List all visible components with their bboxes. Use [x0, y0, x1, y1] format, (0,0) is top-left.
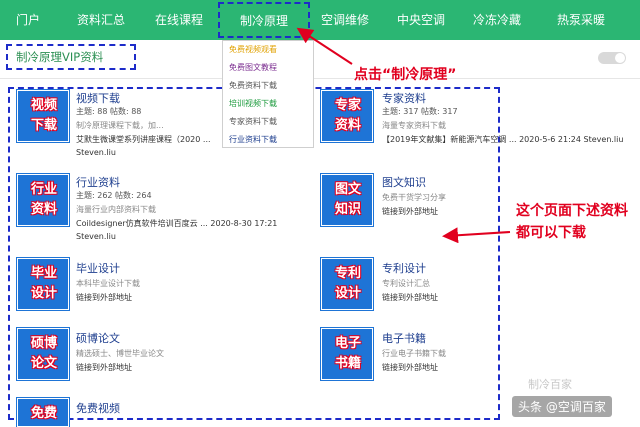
arrow-to-content — [442, 227, 511, 244]
arrow-to-nav — [296, 27, 353, 65]
annotation-arrows — [296, 27, 511, 244]
watermark-faint: 制冷百家 — [528, 378, 572, 391]
watermark: 头条 @空调百家 — [512, 396, 612, 417]
